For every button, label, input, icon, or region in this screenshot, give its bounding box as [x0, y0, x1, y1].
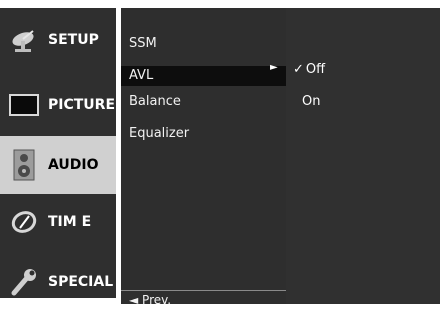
avl-submenu-panel	[286, 8, 440, 304]
category-picture[interactable]: PICTURE	[0, 74, 116, 136]
tv-osd-menu: SETUP PICTURE AUDIO TIM E SPECIAL SSM AV…	[0, 0, 440, 307]
category-label-time: TIM E	[48, 214, 92, 230]
menu-item-balance[interactable]: Balance	[121, 92, 286, 112]
check-icon: ✓	[293, 62, 304, 77]
prev-label: ◄ Prev.	[129, 293, 172, 307]
prev-button[interactable]: ◄ Prev.	[121, 290, 286, 310]
menu-item-label: SSM	[129, 36, 157, 51]
category-label-special: SPECIAL	[48, 274, 114, 290]
menu-item-label: AVL	[129, 68, 154, 83]
category-panel: SETUP PICTURE AUDIO TIM E SPECIAL	[0, 8, 116, 298]
category-label-picture: PICTURE	[48, 97, 116, 113]
category-setup[interactable]: SETUP	[0, 20, 116, 60]
menu-item-label: Equalizer	[129, 126, 190, 141]
category-label-audio: AUDIO	[48, 157, 99, 173]
satellite-dish-icon	[8, 24, 40, 56]
category-special[interactable]: SPECIAL	[0, 258, 116, 306]
submenu-arrow-icon: ►	[270, 62, 278, 73]
option-on[interactable]: On	[302, 93, 320, 111]
wrench-icon	[8, 266, 40, 298]
option-label-off: Off	[305, 62, 326, 77]
option-label-on: On	[302, 94, 321, 109]
tv-screen-icon	[8, 89, 40, 121]
category-audio[interactable]: AUDIO	[0, 136, 116, 194]
category-label-setup: SETUP	[48, 32, 99, 48]
menu-item-ssm[interactable]: SSM	[121, 34, 286, 54]
clock-icon	[8, 206, 40, 238]
option-off[interactable]: ✓ Off	[293, 61, 325, 79]
menu-item-equalizer[interactable]: Equalizer	[121, 124, 286, 144]
category-time[interactable]: TIM E	[0, 198, 116, 246]
speaker-icon	[8, 149, 40, 181]
menu-item-avl[interactable]: AVL	[121, 66, 286, 86]
audio-menu-panel: SSM AVL Balance Equalizer ◄ Prev.	[121, 8, 286, 307]
menu-item-label: Balance	[129, 94, 181, 109]
